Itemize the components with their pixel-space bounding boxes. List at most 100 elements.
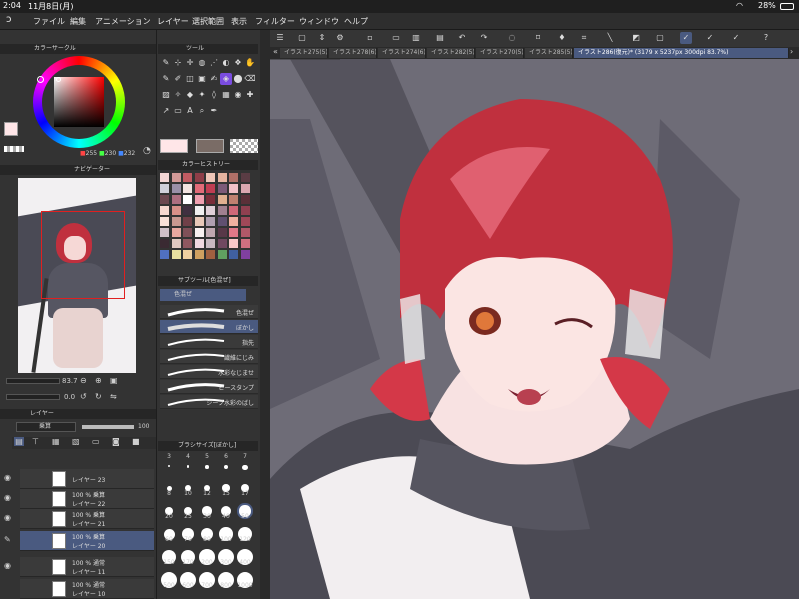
color-history-swatch[interactable] [240, 184, 250, 193]
tool-button-icon[interactable]: ▣ [196, 73, 208, 85]
color-history-swatch[interactable] [183, 217, 192, 226]
tool-button-icon[interactable]: ↗ [160, 105, 172, 117]
crop-icon[interactable]: ⌗ [578, 32, 590, 44]
brush-size-dot[interactable] [186, 465, 190, 468]
brush-item[interactable]: 指先 [160, 335, 258, 349]
tool-button-icon[interactable]: ✦ [196, 89, 208, 101]
color-history-swatch[interactable] [194, 228, 204, 237]
pen-pressure-icon[interactable]: ✓ [704, 32, 716, 44]
tab-scroll-icon[interactable]: « [273, 47, 278, 56]
color-history-swatch[interactable] [160, 239, 169, 248]
tool-button-icon[interactable]: ◆ [184, 89, 196, 101]
color-history-swatch[interactable] [171, 195, 181, 204]
rotate-slider[interactable] [6, 394, 60, 400]
color-history-swatch[interactable] [240, 195, 250, 204]
color-history-swatch[interactable] [194, 239, 204, 248]
color-history-swatch[interactable] [240, 206, 250, 215]
document-tab[interactable]: イラスト274(6) [378, 48, 426, 58]
zoom-out-icon[interactable]: ⊖ [80, 376, 87, 385]
color-history-swatch[interactable] [206, 228, 215, 237]
tool-button-icon[interactable]: ✍ [208, 73, 220, 85]
color-history-swatch[interactable] [183, 173, 192, 182]
color-history-swatch[interactable] [194, 217, 204, 226]
color-history-swatch[interactable] [240, 173, 250, 182]
zoom-slider[interactable] [6, 378, 60, 384]
layer-folder-icon[interactable]: ▭ [92, 437, 100, 446]
layer-row[interactable]: 100 % 通常 レイヤー 10 [20, 579, 154, 599]
color-history-swatch[interactable] [194, 184, 204, 193]
transparent-color-swatch[interactable] [4, 146, 24, 152]
sub-color-swatch[interactable] [196, 139, 224, 153]
tool-button-icon[interactable]: ▭ [172, 105, 184, 117]
color-history-swatch[interactable] [217, 184, 227, 193]
layer-mask-icon[interactable]: ▧ [72, 437, 80, 446]
pen-icon[interactable]: ✎ [4, 535, 11, 544]
eye-icon[interactable]: ◉ [4, 561, 11, 570]
layer-row-selected[interactable]: ✎ 100 % 乗算 レイヤー 20 [4, 531, 154, 551]
select-icon[interactable]: ◌ [506, 32, 518, 44]
hue-cursor[interactable] [37, 76, 44, 83]
frame-icon[interactable]: ▢ [654, 32, 666, 44]
save-icon[interactable]: ▥ [410, 32, 422, 44]
color-history-swatch[interactable] [171, 184, 181, 193]
help-icon[interactable]: ? [760, 32, 772, 44]
color-history-swatch[interactable] [206, 184, 215, 193]
tool-button-icon[interactable]: ⌫ [244, 73, 256, 85]
saturation-value-square[interactable] [54, 77, 104, 127]
brush-item[interactable]: ピースタンプ [160, 380, 258, 394]
color-history-swatch[interactable] [206, 239, 215, 248]
color-history-swatch[interactable] [183, 239, 192, 248]
tool-button-icon[interactable]: ✐ [172, 73, 184, 85]
menu-edit[interactable]: 編集 [70, 16, 86, 27]
correction-icon[interactable]: ✓ [730, 32, 742, 44]
eye-icon[interactable]: ◉ [4, 513, 11, 522]
color-history-swatch[interactable] [217, 239, 227, 248]
color-history-swatch[interactable] [171, 239, 181, 248]
menu-view[interactable]: 表示 [231, 16, 247, 27]
rotate-right-icon[interactable]: ↻ [95, 392, 102, 401]
color-cursor[interactable] [56, 77, 61, 82]
color-history-swatch[interactable] [183, 206, 192, 215]
color-history-swatch[interactable] [206, 206, 215, 215]
tool-button-icon[interactable]: A [184, 105, 196, 117]
tool-button-icon[interactable]: ▨ [160, 89, 172, 101]
flip-icon[interactable]: ⇋ [110, 392, 117, 401]
color-settings-icon[interactable]: ◔ [143, 146, 151, 156]
tool-button-icon[interactable]: ✎ [160, 57, 172, 69]
redo-icon[interactable]: ↷ [478, 32, 490, 44]
eye-icon[interactable]: ◉ [4, 473, 11, 482]
color-history-swatch[interactable] [183, 250, 192, 259]
tool-button-icon[interactable]: ◈ [220, 73, 232, 85]
layer-ref-icon[interactable]: ▦ [52, 437, 60, 446]
tool-button-icon[interactable]: ✚ [244, 89, 256, 101]
color-history-swatch[interactable] [171, 173, 181, 182]
color-history-swatch[interactable] [160, 228, 169, 237]
brush-size-dot[interactable] [205, 465, 209, 469]
tool-button-icon[interactable]: ⊹ [172, 57, 184, 69]
color-history-swatch[interactable] [171, 250, 181, 259]
brush-item[interactable]: 色混ぜ [160, 305, 258, 319]
brush-item[interactable]: 水彩なじませ [160, 365, 258, 379]
layer-clip-icon[interactable]: ⊤ [32, 437, 39, 446]
open-icon[interactable]: ▭ [390, 32, 402, 44]
document-tab[interactable]: イラスト285(5) [525, 48, 573, 58]
foreground-color-swatch[interactable] [4, 122, 18, 136]
tool-button-icon[interactable]: ◉ [232, 89, 244, 101]
color-history-swatch[interactable] [171, 228, 181, 237]
color-history-swatch[interactable] [229, 184, 238, 193]
color-history-swatch[interactable] [183, 228, 192, 237]
tool-button-icon[interactable]: ⌕ [196, 105, 208, 117]
color-history-swatch[interactable] [160, 184, 169, 193]
print-icon[interactable]: ▤ [434, 32, 446, 44]
subtool-group-tab[interactable]: 色混ぜ [160, 289, 246, 301]
layer-row[interactable]: ◉ 100 % 乗算 レイヤー 22 [4, 489, 154, 509]
color-history-swatch[interactable] [240, 228, 250, 237]
color-history-swatch[interactable] [160, 206, 169, 215]
tool-button-icon[interactable]: ✒ [208, 105, 220, 117]
tool-button-icon[interactable]: ❖ [232, 57, 244, 69]
color-history-swatch[interactable] [160, 195, 169, 204]
document-tab[interactable]: イラスト270(5) [476, 48, 524, 58]
tool-button-icon[interactable]: ⬤ [232, 73, 244, 85]
color-history-swatch[interactable] [194, 195, 204, 204]
color-history-swatch[interactable] [206, 195, 215, 204]
